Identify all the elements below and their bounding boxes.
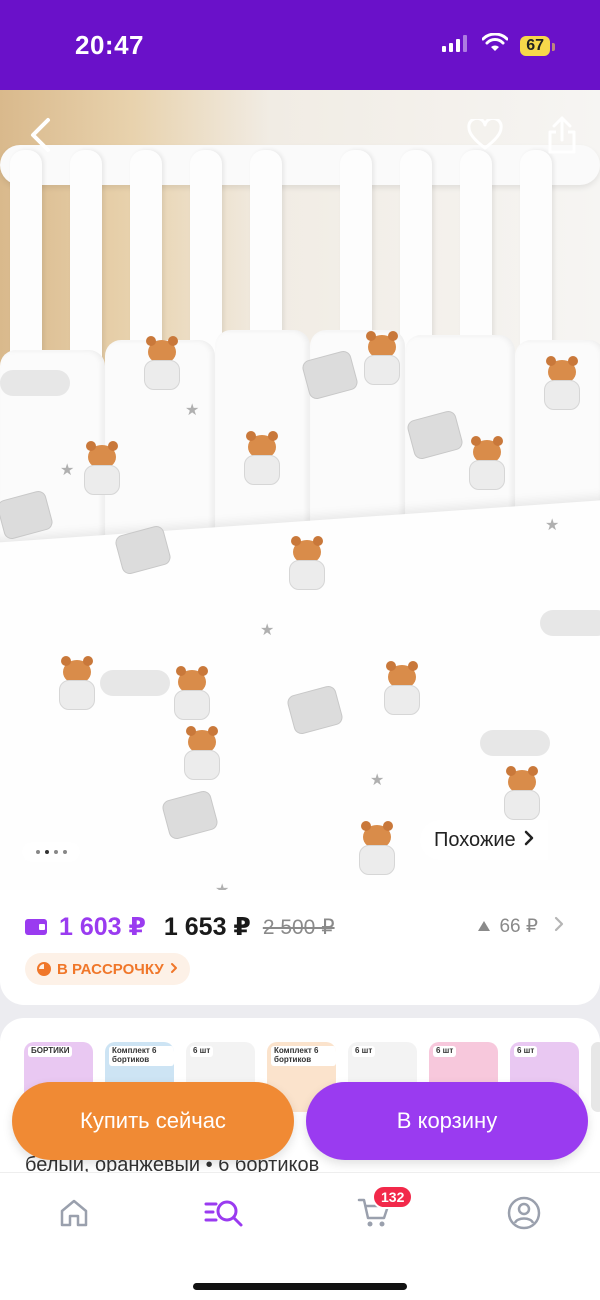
chevron-right-icon: [170, 961, 178, 978]
home-indicator: [193, 1283, 407, 1290]
bear-print: [180, 726, 224, 782]
bear-print: [465, 436, 509, 492]
installment-icon: [37, 962, 51, 976]
variant-tag: 6 шт: [190, 1046, 214, 1057]
similar-label: Похожие: [434, 828, 516, 851]
bear-print: [540, 356, 584, 412]
battery-icon: 67: [520, 35, 555, 56]
profile-icon: [507, 1196, 541, 1235]
bear-print: [380, 661, 424, 717]
bear-print: [360, 331, 404, 387]
add-to-cart-button[interactable]: В корзину: [306, 1082, 588, 1160]
star-print: ★: [370, 772, 385, 789]
price-row: 1 603 ₽ 1 653 ₽ 2 500 ₽: [25, 912, 335, 942]
regular-price: 1 653 ₽: [163, 913, 251, 941]
share-button[interactable]: [540, 115, 584, 159]
star-print: ★: [185, 402, 200, 419]
bear-print: [55, 656, 99, 712]
variant-tag: 6 шт: [433, 1046, 457, 1057]
tab-home[interactable]: [44, 1193, 104, 1237]
cloud-print: [0, 370, 70, 396]
share-icon: [546, 116, 578, 159]
tab-cart[interactable]: 132: [344, 1185, 414, 1237]
price-history-link[interactable]: 66 ₽: [477, 915, 564, 938]
star-print: ★: [60, 462, 75, 479]
bear-print: [80, 441, 124, 497]
bear-print: [140, 336, 184, 392]
chevron-right-icon: [554, 916, 564, 938]
price-card: 1 603 ₽ 1 653 ₽ 2 500 ₽ 66 ₽ В РАССРОЧКУ: [0, 890, 600, 1005]
home-icon: [58, 1197, 90, 1234]
tab-catalog[interactable]: [194, 1193, 254, 1237]
variant-tag: 6 шт: [352, 1046, 376, 1057]
variant-tag: Комплект 6 бортиков: [271, 1046, 336, 1066]
variant-tag: 6 шт: [514, 1046, 538, 1057]
bottom-tab-bar: 132: [0, 1172, 600, 1300]
old-price: 2 500 ₽: [262, 915, 335, 939]
favorite-button[interactable]: [462, 115, 508, 159]
gallery-pagination: [22, 842, 80, 862]
bear-print: [355, 821, 399, 877]
wallet-price: 1 603 ₽: [59, 913, 146, 941]
status-time: 20:47: [75, 30, 144, 60]
bear-print: [500, 766, 544, 822]
catalog-search-icon: [204, 1197, 244, 1234]
cloud-print: [480, 730, 550, 756]
price-drop-value: 66 ₽: [499, 916, 538, 937]
gallery-dot-active: [44, 850, 49, 854]
cart-count-badge: 132: [372, 1185, 414, 1209]
status-icons: 67: [442, 32, 555, 58]
variant-tag: БОРТИКИ: [28, 1046, 73, 1057]
cloud-print: [540, 610, 600, 636]
status-bar: 20:47 67: [0, 0, 600, 90]
tab-profile[interactable]: [494, 1193, 554, 1237]
signal-icon: [442, 34, 470, 57]
variant-thumbnail[interactable]: [591, 1042, 600, 1112]
buy-now-button[interactable]: Купить сейчас: [12, 1082, 294, 1160]
star-print: ★: [215, 880, 229, 890]
installment-label: В РАССРОЧКУ: [57, 960, 164, 978]
bear-print: [170, 666, 214, 722]
bear-print: [240, 431, 284, 487]
triangle-up-icon: [477, 916, 491, 938]
chevron-left-icon: [28, 117, 52, 158]
cloud-print: [100, 670, 170, 696]
back-button[interactable]: [20, 115, 60, 159]
bear-print: [285, 536, 329, 592]
wifi-icon: [481, 32, 509, 58]
star-print: ★: [260, 622, 275, 639]
star-print: ★: [545, 517, 560, 534]
product-photo[interactable]: ★ ★ ★ ★ ★ ★ Похожие: [0, 90, 600, 890]
chevron-right-icon: [524, 829, 534, 852]
wallet-icon: [25, 919, 47, 935]
similar-products-button[interactable]: Похожие: [420, 820, 548, 860]
heart-icon: [467, 116, 503, 156]
gallery-dot: [53, 850, 58, 854]
gallery-dot: [35, 850, 40, 854]
variant-tag: Комплект 6 бортиков: [109, 1046, 174, 1066]
gallery-dot: [62, 850, 67, 854]
installment-button[interactable]: В РАССРОЧКУ: [25, 953, 190, 985]
